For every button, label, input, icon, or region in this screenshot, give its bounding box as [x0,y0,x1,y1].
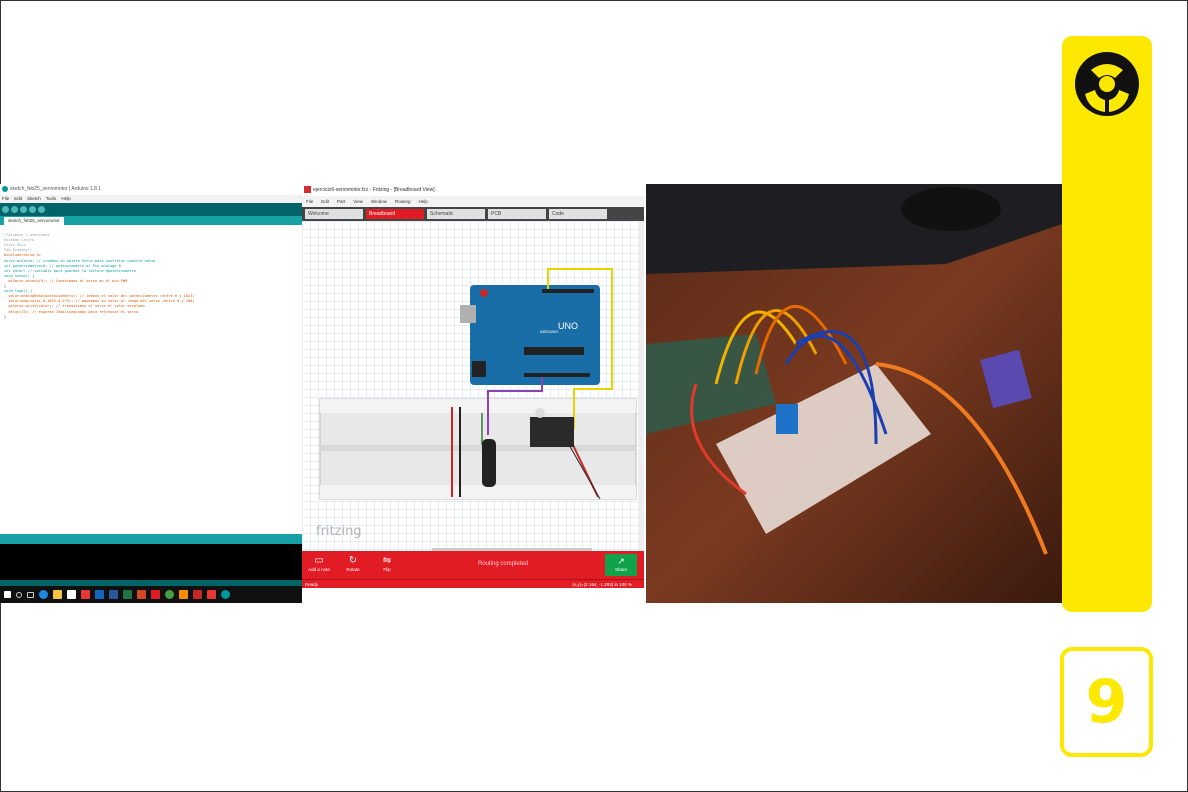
ide-title-bar: sketch_feb25_servomotor | Arduino 1.8.1 [0,184,302,195]
ide-console [0,544,302,580]
arduino-ide-window: sketch_feb25_servomotor | Arduino 1.8.1 … [0,184,302,603]
coords-zoom: (x,y)=(2.164, -1.293) in 100 % [572,580,632,588]
arduino-taskbar-icon[interactable] [221,590,230,599]
powerpoint-icon[interactable] [137,590,146,599]
yellow-sidebar [1062,36,1152,612]
breadboard-canvas[interactable]: UNO ARDUINO [302,221,638,551]
ide-tabs: sketch_feb25_servomotor [0,216,302,225]
ide-menu-file[interactable]: File [2,195,9,203]
fz-menu-window[interactable]: Window [371,196,387,207]
tab-schematic[interactable]: Schematic [427,209,485,219]
routing-status: Routing completed [478,561,529,567]
vertical-scrollbar[interactable] [638,221,644,551]
ide-code-editor[interactable]: /*Alumnos 2 avanzados Esteban Castro Cuzco… [0,225,302,333]
ide-sketch-tab[interactable]: sketch_feb25_servomotor [4,217,64,225]
servo-horn [535,408,545,418]
rotate-icon: ↻ [348,555,358,566]
usb-port [460,305,476,323]
reset-button [480,289,488,297]
word-icon[interactable] [109,590,118,599]
atmega-chip [524,347,584,355]
edge-icon[interactable] [39,590,48,599]
fritzing-title-bar: ejercicio6-servomotor.fzz - Fritzing - [… [302,184,644,196]
verify-icon[interactable] [2,206,9,213]
power-rail-bottom [320,485,636,499]
task-view-icon[interactable] [27,591,34,598]
potentiometer-photo [776,404,798,434]
uno-label: UNO [558,321,578,331]
open-icon[interactable] [29,206,36,213]
breadboard-diagram: UNO ARDUINO [319,268,637,500]
fz-menu-part[interactable]: Part [337,196,345,207]
zoom-level: 100 % [619,582,632,587]
fritzing-status-bar: Ready (x,y)=(2.164, -1.293) in 100 % [302,579,644,588]
add-note-label: Add a note [308,567,330,572]
ide-status-bar [0,534,302,544]
outlook-icon[interactable] [95,590,104,599]
fritzing-bottom-toolbar: ▭ Add a note ↻ Rotate ⇋ Flip Routing com… [302,551,644,579]
add-note-button[interactable]: ▭ Add a note [304,555,334,572]
breadboard-channel [320,445,636,451]
windows-start-icon[interactable] [4,591,11,598]
page-number: 9 [1060,647,1153,757]
cursor-coords: (x,y)=(2.164, -1.293) in [572,582,618,587]
fz-menu-routing[interactable]: Routing [395,196,411,207]
rotate-button[interactable]: ↻ Rotate [338,555,368,572]
fritzing-menu-bar: File Edit Part View Window Routing Help [302,196,644,207]
ide-menu-tools[interactable]: Tools [46,195,57,203]
fab-logo-icon [1075,52,1139,116]
new-icon[interactable] [20,206,27,213]
ide-menu-edit[interactable]: Edit [14,195,22,203]
share-label: Share [614,567,627,572]
servo-motor [530,417,574,447]
rotate-label: Rotate [346,567,360,572]
share-button[interactable]: ↗ Share [605,554,637,576]
save-icon[interactable] [38,206,45,213]
flip-button[interactable]: ⇋ Flip [372,555,402,572]
app-red-icon[interactable] [193,590,202,599]
note-icon: ▭ [314,555,324,566]
ide-toolbar [0,203,302,216]
app-orange-icon[interactable] [179,590,188,599]
fz-menu-view[interactable]: View [353,196,363,207]
potentiometer [482,439,496,487]
ide-menu-sketch[interactable]: Sketch [27,195,41,203]
tab-code[interactable]: Code [549,209,607,219]
gift-icon[interactable] [81,590,90,599]
analog-header [524,373,590,377]
digital-header [542,289,594,293]
store-icon[interactable] [67,590,76,599]
power-rail-top [320,399,636,413]
status-text: Ready [305,582,319,587]
circuit-photo [646,184,1062,603]
search-icon[interactable] [16,591,22,598]
excel-icon[interactable] [123,590,132,599]
fz-menu-edit[interactable]: Edit [321,196,329,207]
fritzing-taskbar-icon[interactable] [151,590,160,599]
fz-menu-file[interactable]: File [306,196,313,207]
upload-icon[interactable] [11,206,18,213]
share-icon: ↗ [617,556,625,566]
arduino-label: ARDUINO [540,329,558,334]
ide-menu-bar: File Edit Sketch Tools Help [0,195,302,203]
fz-menu-help[interactable]: Help [419,196,428,207]
windows-taskbar [0,586,302,603]
tab-breadboard[interactable]: Breadboard [366,209,424,219]
code-line: } [4,314,7,319]
ide-menu-help[interactable]: Help [61,195,70,203]
chrome-icon[interactable] [165,590,174,599]
flip-label: Flip [383,567,391,572]
mouse [901,187,1001,231]
power-jack [472,361,486,377]
tab-pcb[interactable]: PCB [488,209,546,219]
arduino-board [470,285,600,385]
tab-welcome[interactable]: Welcome [305,209,363,219]
flip-icon: ⇋ [382,555,392,566]
circuit-photo-drawing [646,184,1062,603]
file-explorer-icon[interactable] [53,590,62,599]
acrobat-icon[interactable] [207,590,216,599]
fritzing-window: ejercicio6-servomotor.fzz - Fritzing - [… [302,184,644,588]
fritzing-view-tabs: Welcome Breadboard Schematic PCB Code [302,207,644,221]
fritzing-watermark-logo: fritzing [316,524,362,539]
